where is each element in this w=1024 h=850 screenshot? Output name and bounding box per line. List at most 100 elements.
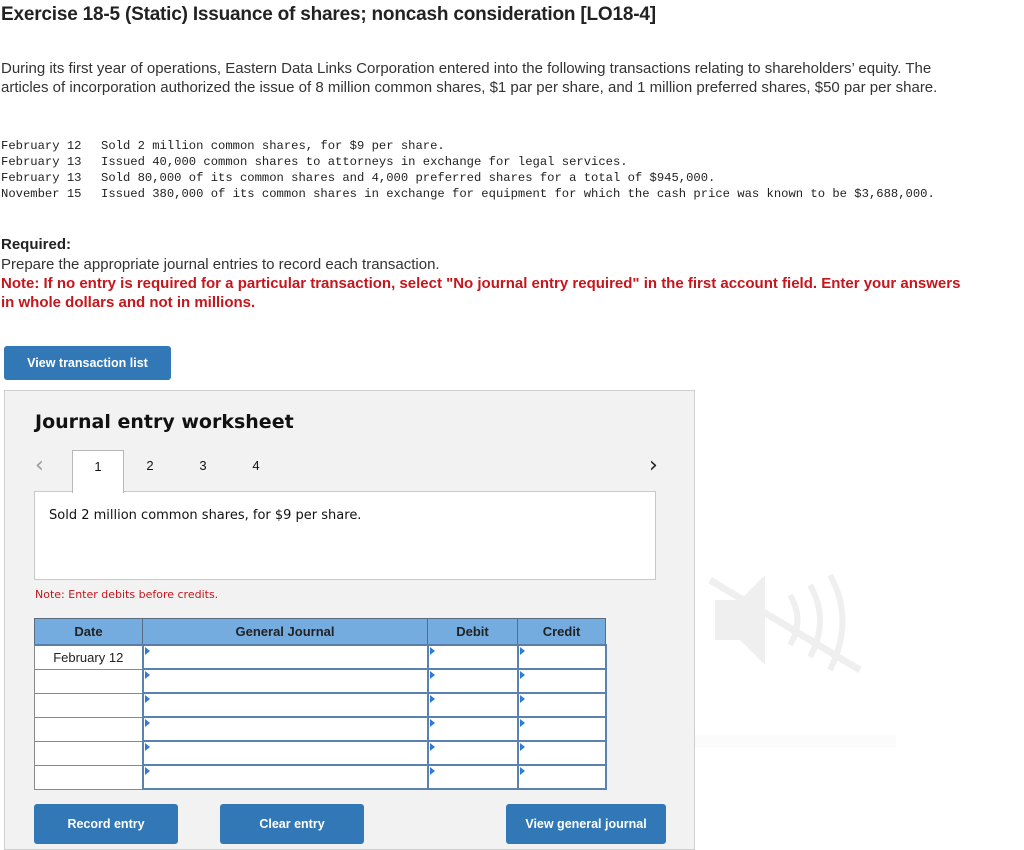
cell-marker-icon — [519, 695, 525, 703]
account-cell — [141, 764, 429, 790]
date-cell — [34, 692, 143, 718]
date-cell: February 12 — [34, 644, 143, 670]
previous-arrow-icon[interactable]: ‹ — [35, 453, 44, 478]
cell-marker-icon — [144, 695, 150, 703]
cell-marker-icon — [519, 719, 525, 727]
cell-marker-icon — [144, 671, 150, 679]
cell-marker-icon — [519, 671, 525, 679]
mute-icon — [705, 565, 865, 675]
debit-cell — [426, 644, 519, 670]
date-cell — [34, 764, 143, 790]
cell-marker-icon — [144, 743, 150, 751]
next-arrow-icon[interactable]: › — [649, 453, 658, 478]
cell-marker-icon — [519, 647, 525, 655]
transaction-description: Issued 380,000 of its common shares in e… — [101, 187, 935, 201]
view-general-journal-button[interactable]: View general journal — [506, 804, 666, 844]
account-cell — [141, 668, 429, 694]
debit-input[interactable] — [428, 766, 517, 788]
date-cell — [34, 740, 143, 766]
header-debit: Debit — [427, 618, 518, 646]
header-date: Date — [34, 618, 143, 646]
journal-entry-worksheet: Journal entry worksheet ‹ 1 2 3 4 › Sold… — [4, 390, 695, 850]
account-input[interactable] — [143, 670, 427, 692]
transaction-row: February 12 Sold 2 million common shares… — [1, 138, 936, 154]
transaction-date: February 12 — [1, 139, 82, 153]
debit-cell — [426, 716, 519, 742]
date-cell — [34, 716, 143, 742]
account-cell — [141, 692, 429, 718]
header-general-journal: General Journal — [142, 618, 428, 646]
account-cell — [141, 740, 429, 766]
debit-input[interactable] — [428, 646, 517, 668]
required-text: Prepare the appropriate journal entries … — [1, 256, 440, 273]
debit-input[interactable] — [428, 694, 517, 716]
transaction-date: November 15 — [1, 187, 82, 201]
credit-input[interactable] — [518, 646, 605, 668]
debit-input[interactable] — [428, 670, 517, 692]
tab-3[interactable]: 3 — [177, 450, 229, 492]
debit-cell — [426, 668, 519, 694]
tab-1[interactable]: 1 — [72, 450, 124, 493]
credit-cell — [516, 692, 607, 718]
table-row — [34, 668, 607, 694]
transaction-row: February 13 Issued 40,000 common shares … — [1, 154, 936, 170]
account-cell — [141, 716, 429, 742]
cell-marker-icon — [429, 671, 435, 679]
account-input[interactable] — [143, 646, 427, 668]
debits-note: Note: Enter debits before credits. — [35, 588, 219, 601]
tab-4[interactable]: 4 — [230, 450, 282, 492]
cell-marker-icon — [429, 695, 435, 703]
clear-entry-button[interactable]: Clear entry — [220, 804, 364, 844]
cell-marker-icon — [144, 767, 150, 775]
transaction-date: February 13 — [1, 171, 82, 185]
cell-marker-icon — [429, 719, 435, 727]
table-row — [34, 740, 607, 766]
debit-input[interactable] — [428, 718, 517, 740]
required-heading: Required: — [1, 236, 72, 253]
view-transaction-list-button[interactable]: View transaction list — [4, 346, 171, 380]
credit-input[interactable] — [518, 694, 605, 716]
credit-input[interactable] — [518, 766, 605, 788]
table-row — [34, 716, 607, 742]
worksheet-title: Journal entry worksheet — [35, 411, 294, 433]
account-input[interactable] — [143, 694, 427, 716]
date-cell — [34, 668, 143, 694]
table-row: February 12 — [34, 644, 607, 670]
table-row — [34, 692, 607, 718]
credit-input[interactable] — [518, 742, 605, 764]
cell-marker-icon — [144, 719, 150, 727]
account-input[interactable] — [143, 742, 427, 764]
credit-cell — [516, 644, 607, 670]
transaction-date: February 13 — [1, 155, 82, 169]
cell-marker-icon — [429, 647, 435, 655]
account-cell — [141, 644, 429, 670]
table-row — [34, 764, 607, 790]
cell-marker-icon — [519, 767, 525, 775]
cell-marker-icon — [429, 767, 435, 775]
header-credit: Credit — [517, 618, 606, 646]
credit-input[interactable] — [518, 670, 605, 692]
credit-cell — [516, 764, 607, 790]
transaction-row: February 13 Sold 80,000 of its common sh… — [1, 170, 936, 186]
transaction-description: Sold 2 million common shares, for $9 per… — [49, 508, 362, 523]
debit-input[interactable] — [428, 742, 517, 764]
credit-cell — [516, 668, 607, 694]
account-input[interactable] — [143, 718, 427, 740]
record-entry-button[interactable]: Record entry — [34, 804, 178, 844]
debit-cell — [426, 764, 519, 790]
exercise-title: Exercise 18-5 (Static) Issuance of share… — [1, 4, 656, 25]
cell-marker-icon — [519, 743, 525, 751]
transaction-description-box: Sold 2 million common shares, for $9 per… — [34, 491, 656, 580]
account-input[interactable] — [143, 766, 427, 788]
intro-paragraph: During its first year of operations, Eas… — [1, 60, 938, 96]
tab-2[interactable]: 2 — [124, 450, 176, 492]
debit-cell — [426, 692, 519, 718]
table-header-row: Date General Journal Debit Credit — [34, 618, 606, 646]
cell-marker-icon — [429, 743, 435, 751]
credit-input[interactable] — [518, 718, 605, 740]
transaction-description: Issued 40,000 common shares to attorneys… — [101, 155, 628, 169]
debit-cell — [426, 740, 519, 766]
required-note: Note: If no entry is required for a part… — [1, 275, 961, 311]
transaction-row: November 15 Issued 380,000 of its common… — [1, 186, 936, 202]
credit-cell — [516, 740, 607, 766]
